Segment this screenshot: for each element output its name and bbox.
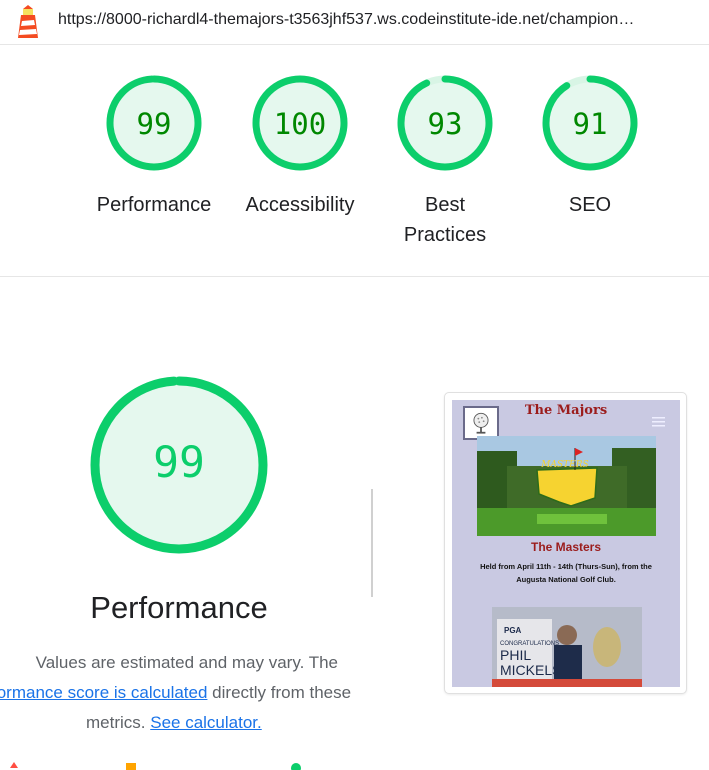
gauge-score: 91	[573, 107, 608, 141]
golf-ball-icon	[463, 406, 499, 440]
desc-text: directly from these	[212, 683, 352, 702]
final-screenshot[interactable]: The Majors MASTERS The Masters Held from…	[444, 392, 687, 694]
performance-description: Values are estimated and may vary. The f…	[0, 648, 400, 738]
performance-gauge: 99	[87, 373, 271, 562]
report-header: https://8000-richardl4-themajors-t3563jh…	[0, 0, 709, 45]
desc-line: metrics. See calculator.	[0, 708, 400, 738]
score-ring: 99	[90, 376, 268, 554]
page-url[interactable]: https://8000-richardl4-themajors-t3563jh…	[58, 11, 706, 29]
gauge-label: SEO	[568, 194, 612, 216]
section-divider	[371, 489, 373, 597]
gauge-score: 93	[428, 107, 463, 141]
gauge-score: 100	[274, 107, 326, 141]
score-calculated-link[interactable]: formance score is calculated	[0, 683, 207, 702]
average-icon	[126, 763, 136, 770]
score-legend	[10, 762, 301, 770]
gauge-seo[interactable]: 91 SEO	[520, 74, 660, 220]
hero-caption: The Masters	[530, 540, 602, 554]
desc-line: Values are estimated and may vary. The	[35, 653, 338, 672]
gauge-label: Performance	[96, 194, 212, 216]
performance-title: Performance	[90, 590, 268, 625]
desc-line: formance score is calculated directly fr…	[0, 678, 400, 708]
score-gauges: 99 Performance 100 Accessibility 93 Best…	[0, 45, 709, 277]
score-ring: 99	[106, 75, 202, 171]
score-ring: 93	[397, 75, 493, 171]
hero-sign: MASTERS	[540, 460, 588, 470]
score-ring: 91	[542, 75, 638, 171]
gauge-label-line: Best	[424, 194, 466, 216]
photo-text: PHIL	[500, 647, 531, 663]
screenshot-viewport: The Majors MASTERS The Masters Held from…	[452, 400, 680, 687]
gauge-accessibility[interactable]: 100 Accessibility	[230, 74, 370, 220]
gauge-label: Best Practices	[375, 190, 515, 250]
score-ring: 100	[252, 75, 348, 171]
gauge-score: 99	[137, 107, 172, 141]
pass-icon	[291, 763, 301, 770]
desc-text: metrics.	[86, 713, 146, 732]
lighthouse-icon	[18, 5, 38, 38]
masters-hero-image: MASTERS	[477, 436, 656, 536]
hamburger-menu-icon[interactable]	[652, 417, 665, 427]
fail-icon	[10, 762, 18, 768]
hero-text: Held from April 11th - 14th (Thurs-Sun),…	[480, 562, 652, 584]
champion-photo: PGA CONGRATULATIONS PHIL MICKELSON	[492, 607, 642, 687]
performance-score: 99	[153, 438, 205, 488]
gauge-label: Accessibility	[245, 194, 355, 216]
photo-badge: PGA	[504, 626, 522, 635]
gauge-best-practices[interactable]: 93 Best Practices	[375, 74, 515, 250]
gauge-performance[interactable]: 99 Performance	[84, 74, 224, 220]
gauge-label-line: Practices	[403, 224, 487, 246]
see-calculator-link[interactable]: See calculator.	[150, 713, 262, 732]
